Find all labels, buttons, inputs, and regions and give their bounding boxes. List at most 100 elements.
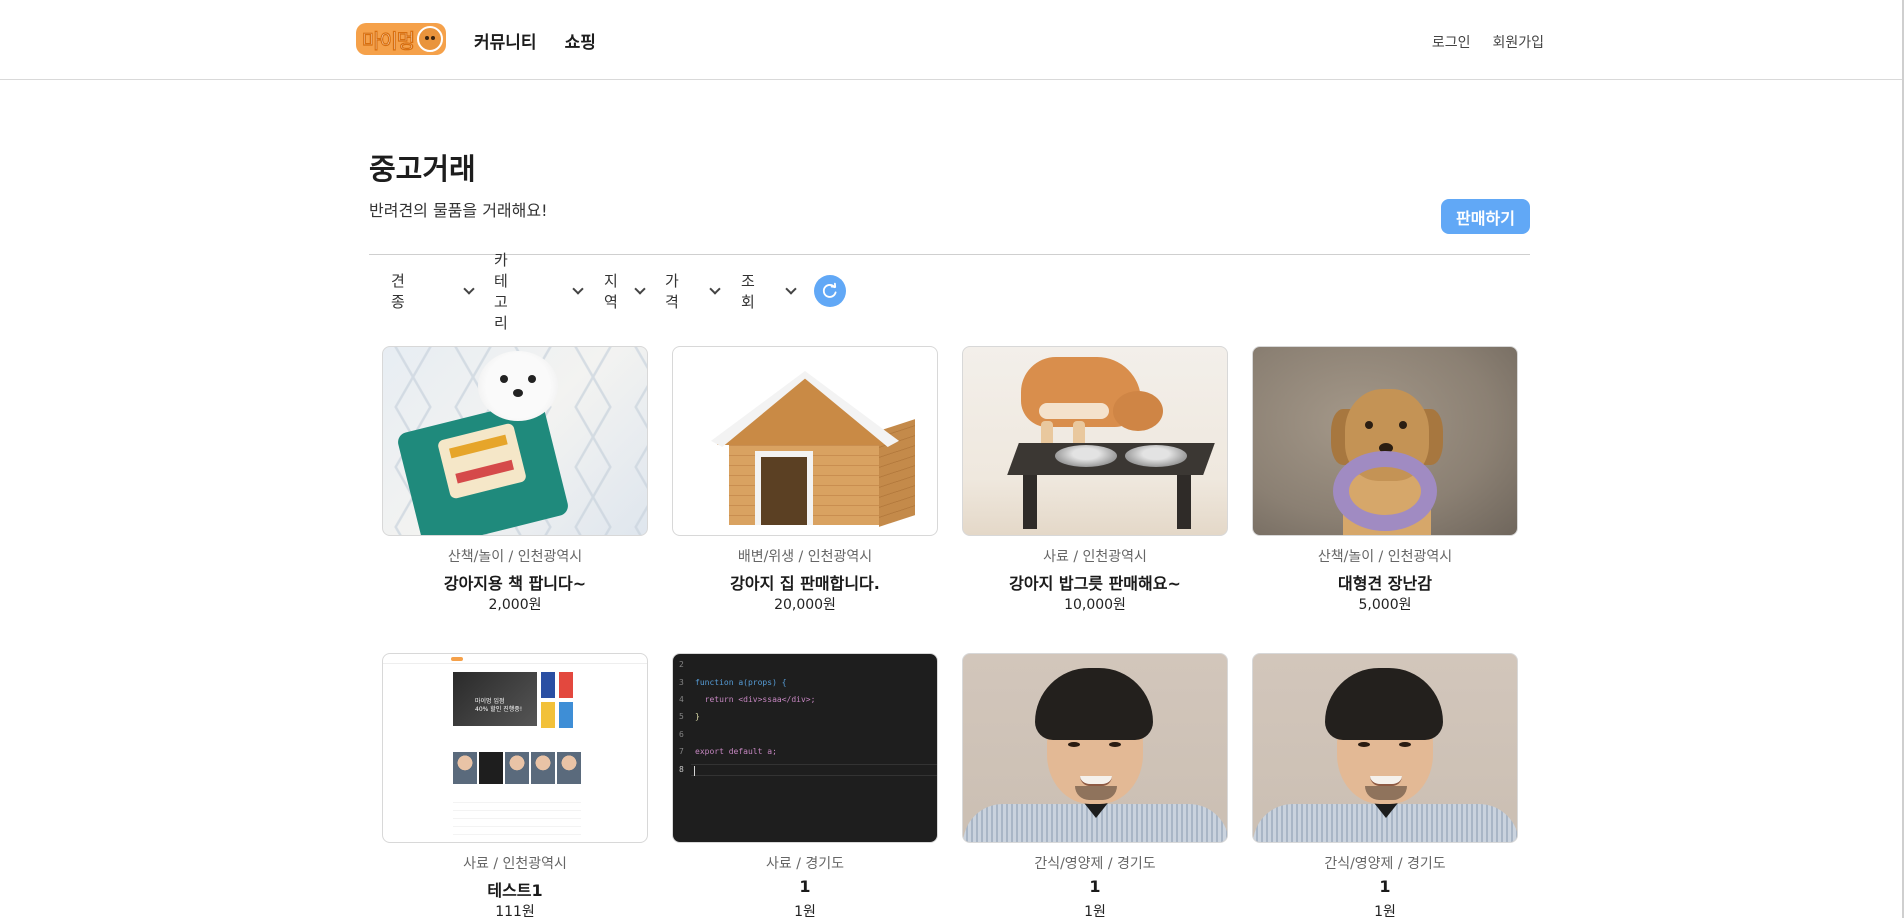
product-card[interactable]: 산책/놀이 / 인천광역시 대형견 장난감 5,000원 xyxy=(1252,346,1518,614)
nav-shopping[interactable]: 쇼핑 xyxy=(565,28,596,53)
refresh-button[interactable] xyxy=(814,275,846,307)
product-card[interactable]: 간식/영양제 / 경기도 1 1원 xyxy=(1252,653,1518,918)
filter-category[interactable]: 카테고리 xyxy=(494,251,584,332)
screenshot-banner-text: 마이멍 입점 40% 할인 진행중! xyxy=(475,698,522,714)
product-meta: 사료 / 인천광역시 xyxy=(1043,549,1147,565)
nav-community[interactable]: 커뮤니티 xyxy=(474,28,537,53)
line-number: 4 xyxy=(679,695,684,704)
filter-region-label: 지역 xyxy=(604,272,618,311)
screenshot-ad xyxy=(559,702,573,728)
product-meta: 사료 / 인천광역시 xyxy=(463,856,567,872)
dog-nose xyxy=(513,389,523,397)
product-image[interactable] xyxy=(962,653,1228,843)
product-title[interactable]: 1 xyxy=(962,877,1228,899)
divider xyxy=(369,254,1530,255)
product-price: 20,000원 xyxy=(774,597,836,613)
code-text: export default a; xyxy=(695,747,777,756)
screenshot-banner-line: 마이멍 입점 xyxy=(475,698,505,705)
dog-eye xyxy=(500,375,508,383)
product-title[interactable]: 1 xyxy=(1252,877,1518,899)
product-card[interactable]: 2 3 function a(props) { 4 return <div>ssa… xyxy=(672,653,938,918)
product-image[interactable] xyxy=(672,346,938,536)
screenshot-ad xyxy=(541,702,555,728)
code-line: 7 export default a; xyxy=(679,747,777,757)
line-number: 2 xyxy=(679,660,684,669)
product-meta: 산책/놀이 / 인천광역시 xyxy=(447,549,583,565)
product-title[interactable]: 강아지 집 판매합니다. xyxy=(672,570,938,593)
portrait-eye xyxy=(1358,742,1370,747)
sell-button[interactable]: 판매하기 xyxy=(1441,199,1530,234)
signup-link[interactable]: 회원가입 xyxy=(1492,32,1544,52)
text-cursor xyxy=(694,766,695,776)
code-line: 6 xyxy=(679,730,695,740)
page-title: 중고거래 xyxy=(369,152,476,186)
filter-category-label: 카테고리 xyxy=(494,251,508,332)
site-logo[interactable]: 마이멍 xyxy=(356,23,446,55)
product-image[interactable] xyxy=(1252,346,1518,536)
maltese-dog xyxy=(478,351,558,421)
logo-text: 마이멍 xyxy=(362,28,416,53)
product-card[interactable]: 사료 / 인천광역시 강아지 밥그릇 판매해요~ 10,000원 xyxy=(962,346,1228,614)
doghouse-roof xyxy=(717,375,893,445)
product-image[interactable]: 2 3 function a(props) { 4 return <div>ssa… xyxy=(672,653,938,843)
product-meta: 간식/영양제 / 경기도 xyxy=(1324,856,1446,872)
filter-price[interactable]: 가격 xyxy=(665,272,721,311)
product-meta: 산책/놀이 / 인천광역시 xyxy=(1317,549,1453,565)
chevron-down-icon xyxy=(463,283,475,295)
portrait-eye xyxy=(1068,742,1080,747)
product-price: 2,000원 xyxy=(488,597,542,613)
refresh-icon xyxy=(822,282,837,298)
code-line: 4 return <div>ssaa</div>; xyxy=(679,695,815,705)
feeder-leg xyxy=(1177,473,1191,529)
portrait-hair xyxy=(1035,668,1153,740)
filter-views-label: 조회 xyxy=(741,272,755,311)
product-price: 1원 xyxy=(1374,904,1396,918)
shiba-belly xyxy=(1039,403,1109,419)
portrait-hair xyxy=(1325,668,1443,740)
product-image[interactable] xyxy=(382,346,648,536)
code-active-line xyxy=(691,764,937,776)
code-line: 8 xyxy=(679,765,695,775)
screenshot-thumb xyxy=(531,752,555,784)
product-card[interactable]: 마이멍 입점 40% 할인 진행중! 사료 / 인천광역시 테스트1 111원 xyxy=(382,653,648,918)
product-price: 10,000원 xyxy=(1064,597,1126,613)
filter-views[interactable]: 조회 xyxy=(741,272,797,311)
product-image[interactable] xyxy=(962,346,1228,536)
screenshot-ad xyxy=(559,672,573,698)
line-number: 3 xyxy=(679,678,684,687)
product-price: 1원 xyxy=(1084,904,1106,918)
login-link[interactable]: 로그인 xyxy=(1432,32,1471,52)
code-line: 5} xyxy=(679,712,700,722)
ring-toy xyxy=(1333,451,1437,531)
filter-region[interactable]: 지역 xyxy=(604,272,646,311)
product-image[interactable] xyxy=(1252,653,1518,843)
portrait-eye xyxy=(1399,742,1411,747)
product-card[interactable]: 산책/놀이 / 인천광역시 강아지용 책 팝니다~ 2,000원 xyxy=(382,346,648,614)
code-line: 3 function a(props) { xyxy=(679,678,787,688)
chevron-down-icon xyxy=(634,283,646,295)
feeder-bowl xyxy=(1055,445,1117,467)
auth-links: 로그인 회원가입 xyxy=(1432,32,1544,52)
product-title[interactable]: 강아지 밥그릇 판매해요~ xyxy=(962,570,1228,593)
portrait-eye xyxy=(1109,742,1121,747)
product-price: 1원 xyxy=(794,904,816,918)
chevron-down-icon xyxy=(785,283,797,295)
line-number: 6 xyxy=(679,730,684,739)
product-meta: 사료 / 경기도 xyxy=(765,856,845,872)
screenshot-header xyxy=(383,654,647,664)
product-card[interactable]: 배변/위생 / 인천광역시 강아지 집 판매합니다. 20,000원 xyxy=(672,346,938,614)
site-header: 마이멍 커뮤니티 쇼핑 로그인 회원가입 xyxy=(0,0,1904,80)
shiba-head xyxy=(1113,391,1163,431)
product-title[interactable]: 대형견 장난감 xyxy=(1252,570,1518,593)
product-card[interactable]: 간식/영양제 / 경기도 1 1원 xyxy=(962,653,1228,918)
doghouse-door xyxy=(755,451,813,525)
screenshot-thumb xyxy=(557,752,581,784)
code-text: return <div>ssaa</div>; xyxy=(695,695,816,704)
code-line: 2 xyxy=(679,660,695,670)
product-title[interactable]: 1 xyxy=(672,877,938,899)
product-title[interactable]: 강아지용 책 팝니다~ xyxy=(382,570,648,593)
product-title[interactable]: 테스트1 xyxy=(382,877,648,900)
filter-breed[interactable]: 견종 xyxy=(391,272,475,311)
product-image[interactable]: 마이멍 입점 40% 할인 진행중! xyxy=(382,653,648,843)
dog-eye xyxy=(1399,421,1407,429)
